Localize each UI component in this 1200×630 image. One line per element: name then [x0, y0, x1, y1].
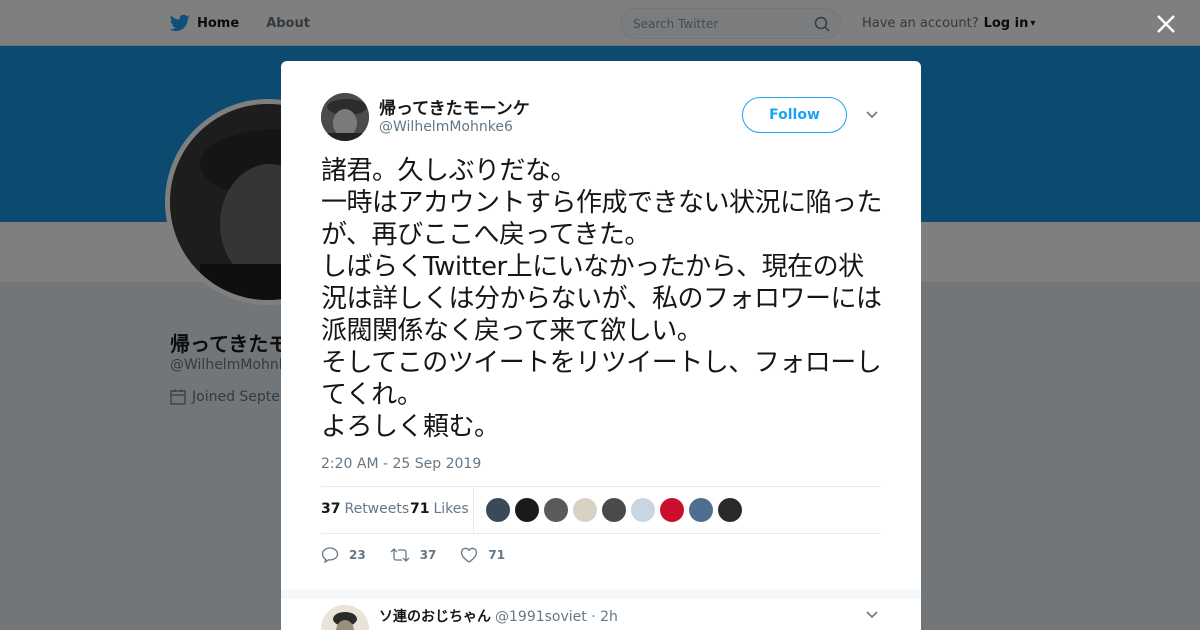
- tweet-author-name[interactable]: 帰ってきたモーンケ: [379, 94, 530, 119]
- liker-avatar[interactable]: [718, 498, 742, 522]
- liker-avatar[interactable]: [631, 498, 655, 522]
- like-action[interactable]: 71: [460, 547, 505, 563]
- tweet-actions: 23 37 71: [321, 545, 529, 565]
- likes-label: Likes: [433, 501, 469, 517]
- reply-separator: [281, 589, 921, 599]
- like-action-count: 71: [488, 548, 506, 562]
- reply-avatar-photo: [321, 605, 369, 630]
- close-icon[interactable]: [1156, 14, 1176, 34]
- reply-author-handle[interactable]: @1991soviet: [495, 609, 587, 625]
- liker-avatar[interactable]: [573, 498, 597, 522]
- tweet-author-avatar[interactable]: [321, 93, 369, 141]
- liker-avatar[interactable]: [602, 498, 626, 522]
- tweet-modal: 帰ってきたモーンケ @WilhelmMohnke6 Follow 諸君。久しぶり…: [281, 61, 921, 630]
- liker-avatar[interactable]: [515, 498, 539, 522]
- reply-header: ソ連のおじちゃん @1991soviet · 2h: [379, 606, 618, 626]
- retweets-stat[interactable]: 37 Retweets: [321, 501, 409, 517]
- liker-avatar[interactable]: [544, 498, 568, 522]
- liker-avatar[interactable]: [689, 498, 713, 522]
- stats-divider: [473, 487, 474, 533]
- reply-count: 23: [349, 548, 366, 562]
- retweets-label: Retweets: [344, 501, 410, 517]
- tweet-author-handle[interactable]: @WilhelmMohnke6: [379, 119, 513, 135]
- reply-author-name[interactable]: ソ連のおじちゃん: [379, 609, 491, 625]
- author-avatar-photo: [321, 93, 369, 141]
- tweet-timestamp[interactable]: 2:20 AM - 25 Sep 2019: [321, 456, 481, 472]
- retweets-count: 37: [321, 501, 341, 517]
- liker-avatar[interactable]: [660, 498, 684, 522]
- tweet-stats: 37 Retweets 71 Likes: [321, 486, 881, 534]
- reply-chevron-down-icon[interactable]: [865, 609, 879, 621]
- reply-icon: [321, 547, 339, 563]
- likes-count: 71: [410, 501, 430, 517]
- liker-avatar[interactable]: [486, 498, 510, 522]
- liker-avatars: [486, 498, 747, 522]
- reply-action[interactable]: 23: [321, 547, 366, 563]
- tweet-text: 諸君。久しぶりだな。 一時はアカウントすら作成できない状況に陥ったが、再びここへ…: [321, 156, 883, 442]
- likes-stat[interactable]: 71 Likes: [410, 501, 469, 517]
- follow-button[interactable]: Follow: [742, 97, 847, 133]
- chevron-down-icon[interactable]: [865, 109, 879, 121]
- reply-author-avatar[interactable]: [321, 605, 369, 630]
- reply-time[interactable]: · 2h: [591, 609, 618, 625]
- retweet-action-count: 37: [419, 548, 437, 562]
- heart-icon: [461, 547, 478, 563]
- retweet-icon: [390, 548, 410, 562]
- retweet-action[interactable]: 37: [390, 547, 437, 563]
